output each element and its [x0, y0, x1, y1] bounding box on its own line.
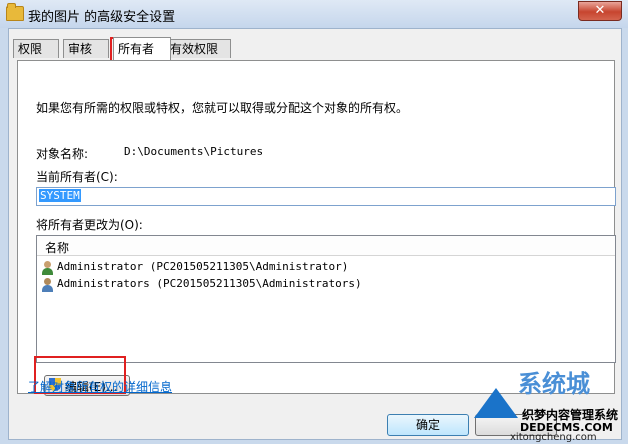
close-button[interactable]: ✕: [578, 1, 622, 21]
owner-panel: 如果您有所需的权限或特权，您就可以取得或分配这个对象的所有权。 对象名称: D:…: [17, 60, 616, 396]
folder-icon: [6, 3, 24, 21]
ok-button[interactable]: 确定: [387, 414, 469, 436]
watermark-logo-icon: [474, 388, 518, 418]
object-name-value: D:\Documents\Pictures: [124, 145, 264, 158]
object-name-label: 对象名称:: [36, 147, 89, 161]
change-owner-label: 将所有者更改为(O):: [36, 218, 143, 232]
watermark-title: 系统城: [518, 370, 590, 398]
list-header-label: 名称: [45, 241, 70, 255]
owner-list[interactable]: 名称 Administrator (PC201505211305\Adminis…: [36, 235, 616, 363]
watermark: 系统城 织梦内容管理系统 DEDECMS.COM xitongcheng.com: [470, 362, 628, 444]
current-owner-value: SYSTEM: [39, 189, 81, 202]
title-bar: 我的图片 的高级安全设置 ✕: [0, 0, 628, 28]
tab-permissions[interactable]: 权限: [13, 39, 59, 58]
users-group-icon: [41, 278, 54, 292]
user-icon: [41, 261, 54, 275]
owner-name: Administrators (PC201505211305\Administr…: [57, 277, 362, 290]
watermark-url: xitongcheng.com: [510, 432, 597, 443]
list-header-name[interactable]: 名称: [37, 236, 615, 256]
owner-name: Administrator (PC201505211305\Administra…: [57, 260, 349, 273]
current-owner-field[interactable]: SYSTEM: [36, 187, 616, 206]
tab-owner[interactable]: 所有者: [113, 37, 171, 60]
tab-auditing[interactable]: 审核: [63, 39, 109, 58]
learn-more-link[interactable]: 了解对象所有权的详细信息: [28, 378, 172, 395]
window-title: 我的图片 的高级安全设置: [28, 10, 176, 25]
tab-effective-permissions[interactable]: 有效权限: [165, 39, 231, 58]
current-owner-label: 当前所有者(C):: [36, 170, 118, 184]
description-text: 如果您有所需的权限或特权，您就可以取得或分配这个对象的所有权。: [36, 101, 409, 115]
